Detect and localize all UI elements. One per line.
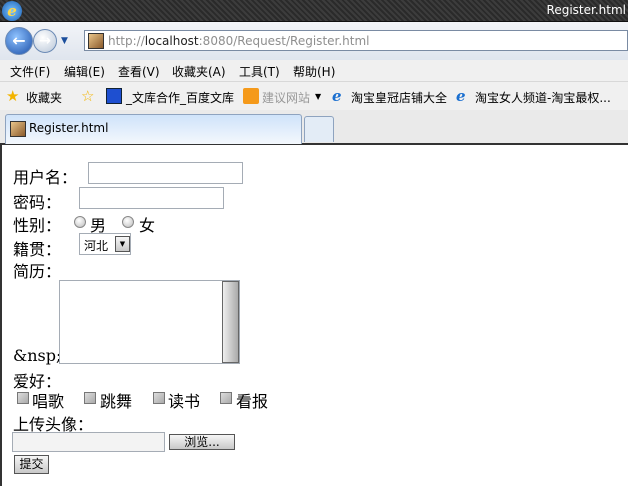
password-label: 密码： xyxy=(13,193,62,212)
menu-file[interactable]: 文件(F) xyxy=(10,63,50,80)
bing-icon xyxy=(243,88,259,104)
menu-favorites[interactable]: 收藏夹(A) xyxy=(172,63,226,80)
tab-label: Register.html xyxy=(29,121,109,135)
resume-prefix-text: &nsp; xyxy=(13,346,62,365)
star-icon: ★ xyxy=(6,87,20,105)
gender-female-radio[interactable] xyxy=(122,216,134,228)
menu-edit[interactable]: 编辑(E) xyxy=(64,63,105,80)
ie-logo-icon: e xyxy=(2,1,22,21)
hobby-dancing-label: 跳舞 xyxy=(100,392,133,411)
add-favorite-icon[interactable]: ☆ xyxy=(81,87,94,105)
favorite-link-taobao-stores[interactable]: 淘宝皇冠店铺大全 xyxy=(351,89,447,106)
browse-button[interactable]: 浏览... xyxy=(169,434,235,450)
ie-page-icon: e xyxy=(332,87,342,105)
forward-button[interactable]: → xyxy=(33,29,57,53)
hobby-reading-label: 读书 xyxy=(168,392,201,411)
password-input[interactable] xyxy=(79,187,224,209)
menu-tools[interactable]: 工具(T) xyxy=(239,63,280,80)
avatar-file-input[interactable] xyxy=(12,432,165,452)
suggested-sites[interactable]: 建议网站 xyxy=(262,89,310,106)
chevron-down-icon[interactable]: ▼ xyxy=(115,236,130,252)
page-favicon-icon xyxy=(88,33,104,49)
title-bar: e Register.html xyxy=(0,0,628,22)
hobby-dancing-checkbox[interactable] xyxy=(84,392,96,404)
tab-register[interactable]: Register.html xyxy=(5,114,302,144)
hometown-select[interactable]: 河北 ▼ xyxy=(79,233,131,255)
hobby-singing-checkbox[interactable] xyxy=(17,392,29,404)
address-bar[interactable]: http://localhost:8080/Request/Register.h… xyxy=(84,30,628,51)
chevron-down-icon[interactable]: ▼ xyxy=(315,92,321,101)
gender-male-radio[interactable] xyxy=(74,216,86,228)
ie-page-icon: e xyxy=(456,87,466,105)
hometown-value: 河北 xyxy=(84,239,109,253)
hobby-reading-checkbox[interactable] xyxy=(153,392,165,404)
submit-button[interactable]: 提交 xyxy=(14,455,49,474)
hobby-newspaper-label: 看报 xyxy=(236,392,269,411)
username-label: 用户名： xyxy=(13,168,78,187)
favorites-button[interactable]: 收藏夹 xyxy=(26,89,62,106)
new-tab-button[interactable] xyxy=(304,116,334,142)
resume-textarea[interactable] xyxy=(59,280,240,364)
hobby-singing-label: 唱歌 xyxy=(32,392,65,411)
page-favicon-icon xyxy=(10,121,26,137)
gender-female-label: 女 xyxy=(139,216,156,235)
window-title: Register.html xyxy=(546,3,626,17)
recent-pages-dropdown-icon[interactable]: ▼ xyxy=(61,36,68,46)
url-text: http://localhost:8080/Request/Register.h… xyxy=(108,34,370,48)
back-button[interactable]: ← xyxy=(5,27,33,55)
menu-help[interactable]: 帮助(H) xyxy=(293,63,335,80)
hometown-label: 籍贯： xyxy=(13,240,62,259)
hobby-newspaper-checkbox[interactable] xyxy=(220,392,232,404)
baidu-paw-icon xyxy=(106,88,122,104)
username-input[interactable] xyxy=(88,162,243,184)
menu-view[interactable]: 查看(V) xyxy=(118,63,160,80)
favorite-link-taobao-women[interactable]: 淘宝女人频道-淘宝最权... xyxy=(475,89,611,106)
scrollbar[interactable] xyxy=(222,281,239,363)
gender-label: 性别： xyxy=(13,216,62,235)
favorite-link-baidu[interactable]: _文库合作_百度文库 xyxy=(126,89,234,106)
resume-label: 简历： xyxy=(13,262,62,281)
